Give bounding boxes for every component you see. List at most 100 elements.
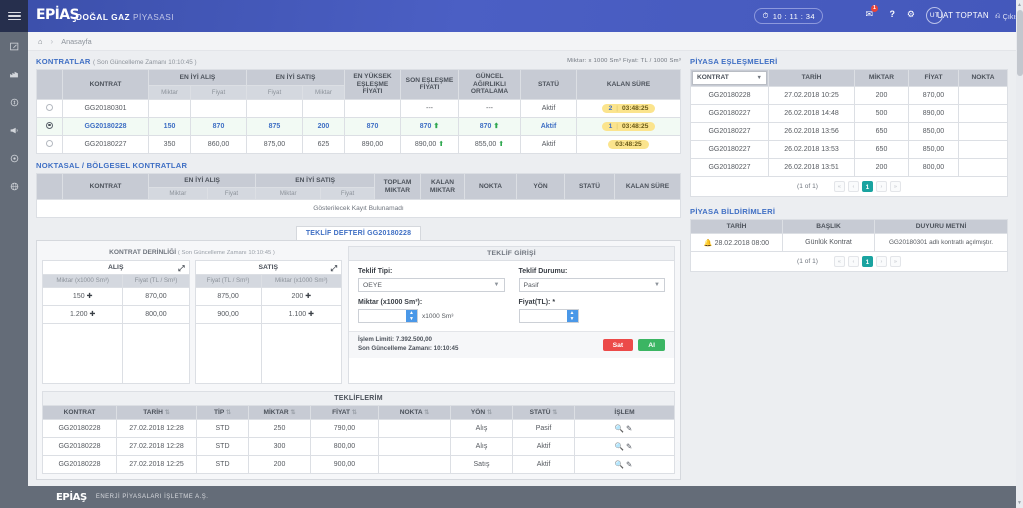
pager-next-button[interactable]: ›: [875, 256, 887, 268]
table-row[interactable]: GG20180227 350 860,00 875,00 625 890,00 …: [36, 134, 681, 154]
kontrat-derinligi-block: KONTRAT DERİNLİĞİ ( Son Güncelleme Zaman…: [41, 246, 343, 384]
col-miktar[interactable]: MİKTAR ⇅: [248, 404, 311, 421]
pager-page-1[interactable]: 1: [861, 256, 873, 268]
chart-bars-icon: [10, 71, 18, 77]
col-duyuru-metni: DUYURU METNİ: [874, 218, 1008, 235]
table-row[interactable]: 900,00 1.100 ✚: [194, 304, 343, 324]
table-row[interactable]: 150 ✚ 870,00: [41, 286, 190, 306]
table-row[interactable]: GG20180227 26.02.2018 13:51 200 800,00: [690, 157, 1008, 177]
table-row[interactable]: GG20180228 27.02.2018 12:28 STD 300 800,…: [42, 437, 675, 457]
pager-prev-button[interactable]: ‹: [847, 256, 859, 268]
col-tarih[interactable]: TARİH ⇅: [116, 404, 197, 421]
row-radio-cell[interactable]: [36, 98, 63, 118]
miktar-spin-buttons[interactable]: ▲ ▼: [406, 310, 417, 323]
row-radio[interactable]: [46, 121, 53, 129]
cell-statu: Pasif: [512, 419, 575, 439]
table-row[interactable]: GG20180227 26.02.2018 13:53 650 850,00: [690, 139, 1008, 159]
cell-islem[interactable]: 🔍✎: [574, 419, 675, 439]
pager-next-button[interactable]: ›: [875, 180, 887, 192]
buy-button[interactable]: Al: [638, 339, 665, 352]
search-icon[interactable]: 🔍: [615, 442, 626, 451]
pager-first-button[interactable]: «: [833, 180, 845, 192]
edit-icon[interactable]: ✎: [626, 442, 634, 451]
scroll-up-arrow[interactable]: ▲: [1017, 1, 1023, 9]
pager-first-button[interactable]: «: [833, 256, 845, 268]
row-radio[interactable]: [46, 103, 53, 111]
cell-kontrat: GG20180228: [42, 455, 117, 475]
table-row[interactable]: 875,00 200 ✚: [194, 286, 343, 306]
cell-tarih: 26.02.2018 14:48: [768, 103, 855, 123]
teklif-durumu-select[interactable]: Pasif ▼: [518, 278, 665, 293]
pager-last-button[interactable]: »: [889, 180, 901, 192]
fiyat-spin-buttons[interactable]: ▲ ▼: [566, 310, 578, 323]
sidebar-item-ayarlar[interactable]: [0, 144, 28, 172]
tab-teklif-defteri[interactable]: TEKLİF DEFTERİ GG20180228: [295, 226, 422, 241]
col-nokta[interactable]: NOKTA ⇅: [378, 404, 451, 421]
page-scrollbar[interactable]: ▲ ▼: [1016, 0, 1023, 508]
sidebar-item-piyasa[interactable]: [0, 60, 28, 88]
breadcrumb-label[interactable]: Anasayfa: [61, 37, 91, 46]
miktar-input[interactable]: [359, 310, 406, 322]
edit-icon[interactable]: ✎: [626, 460, 634, 469]
row-radio-cell[interactable]: [36, 134, 63, 154]
row-radio[interactable]: [46, 139, 53, 147]
spin-down-icon[interactable]: ▼: [567, 316, 578, 322]
fiyat-stepper[interactable]: ▲ ▼: [518, 309, 579, 324]
col-statu: STATÜ: [564, 172, 615, 201]
sell-button[interactable]: Sat: [602, 339, 634, 352]
col-kontrat-filter[interactable]: KONTRAT ▼: [690, 69, 769, 87]
cell-tarih: 27.02.2018 12:28: [116, 419, 197, 439]
table-row[interactable]: GG20180228 27.02.2018 12:25 STD 200 900,…: [42, 455, 675, 475]
globe-icon: [10, 182, 18, 190]
table-row[interactable]: 🔔 28.02.2018 08:00 Günlük Kontrat GG2018…: [690, 233, 1008, 253]
col-kontrat[interactable]: KONTRAT: [42, 404, 117, 421]
search-icon[interactable]: 🔍: [615, 460, 626, 469]
piyasa-bildirimleri-title: PİYASA BİLDİRİMLERİ: [690, 206, 776, 216]
sidebar-item-islem[interactable]: [0, 88, 28, 116]
fiyat-input[interactable]: [520, 310, 567, 322]
table-row[interactable]: GG20180228 150 870 875 200 870 870 ⬆ 870…: [36, 116, 681, 136]
miktar-stepper[interactable]: ▲ ▼: [358, 309, 418, 324]
scroll-down-arrow[interactable]: ▼: [1017, 499, 1023, 507]
expand-icon[interactable]: ⤢: [331, 262, 337, 276]
teklif-tipi-value: OEYE: [363, 281, 382, 289]
table-row[interactable]: GG20180301 --- --- Aktif 2 | 03:48:25: [36, 98, 681, 118]
col-yon[interactable]: YÖN ⇅: [450, 404, 513, 421]
cell-alis-miktar: 350: [147, 134, 192, 154]
edit-icon[interactable]: ✎: [626, 424, 634, 433]
teklif-tipi-select[interactable]: OEYE ▼: [358, 278, 505, 293]
app-title-light: PİYASASI: [132, 12, 175, 22]
search-icon[interactable]: 🔍: [615, 424, 626, 433]
table-row[interactable]: GG20180227 26.02.2018 13:56 650 850,00: [690, 121, 1008, 141]
home-icon[interactable]: ⌂: [38, 37, 43, 46]
sidebar-item-teklif[interactable]: [0, 32, 28, 60]
settings-button[interactable]: ⚙: [907, 9, 915, 20]
row-radio-cell[interactable]: [36, 116, 63, 136]
hamburger-menu-button[interactable]: [0, 0, 28, 32]
pager-page-1[interactable]: 1: [861, 180, 873, 192]
unit-note: Miktar: x 1000 Sm³ Fiyat: TL / 1000 Sm³: [567, 58, 681, 64]
expand-icon[interactable]: ⤢: [178, 262, 184, 276]
kontrat-filter-select[interactable]: KONTRAT ▼: [692, 71, 767, 85]
cell-kontrat: GG20180228: [42, 437, 117, 457]
table-row[interactable]: GG20180228 27.02.2018 12:28 STD 250 790,…: [42, 419, 675, 439]
sidebar-item-yardim[interactable]: [0, 172, 28, 200]
spin-down-icon[interactable]: ▼: [406, 316, 417, 322]
col-fiyat[interactable]: FİYAT ⇅: [310, 404, 379, 421]
piyasa-bildirimleri-pager: (1 of 1) « ‹ 1 › »: [690, 252, 1008, 273]
pager-prev-button[interactable]: ‹: [847, 180, 859, 192]
table-row[interactable]: GG20180228 27.02.2018 10:25 200 870,00: [690, 85, 1008, 105]
cell-kontrat: GG20180228: [62, 116, 149, 136]
table-row[interactable]: 1.200 ✚ 800,00: [41, 304, 190, 324]
cell-islem[interactable]: 🔍✎: [574, 455, 675, 475]
col-statu[interactable]: STATÜ ⇅: [512, 404, 575, 421]
col-tip[interactable]: TİP ⇅: [196, 404, 249, 421]
scroll-thumb[interactable]: [1016, 10, 1023, 76]
field-fiyat: Fiyat(TL): * ▲ ▼: [518, 299, 666, 324]
pager-last-button[interactable]: »: [889, 256, 901, 268]
help-button[interactable]: ?: [890, 9, 896, 19]
sidebar-item-duyuru[interactable]: [0, 116, 28, 144]
cell-islem[interactable]: 🔍✎: [574, 437, 675, 457]
table-row[interactable]: GG20180227 26.02.2018 14:48 500 890,00: [690, 103, 1008, 123]
mail-button[interactable]: ✉ 1: [865, 5, 878, 20]
